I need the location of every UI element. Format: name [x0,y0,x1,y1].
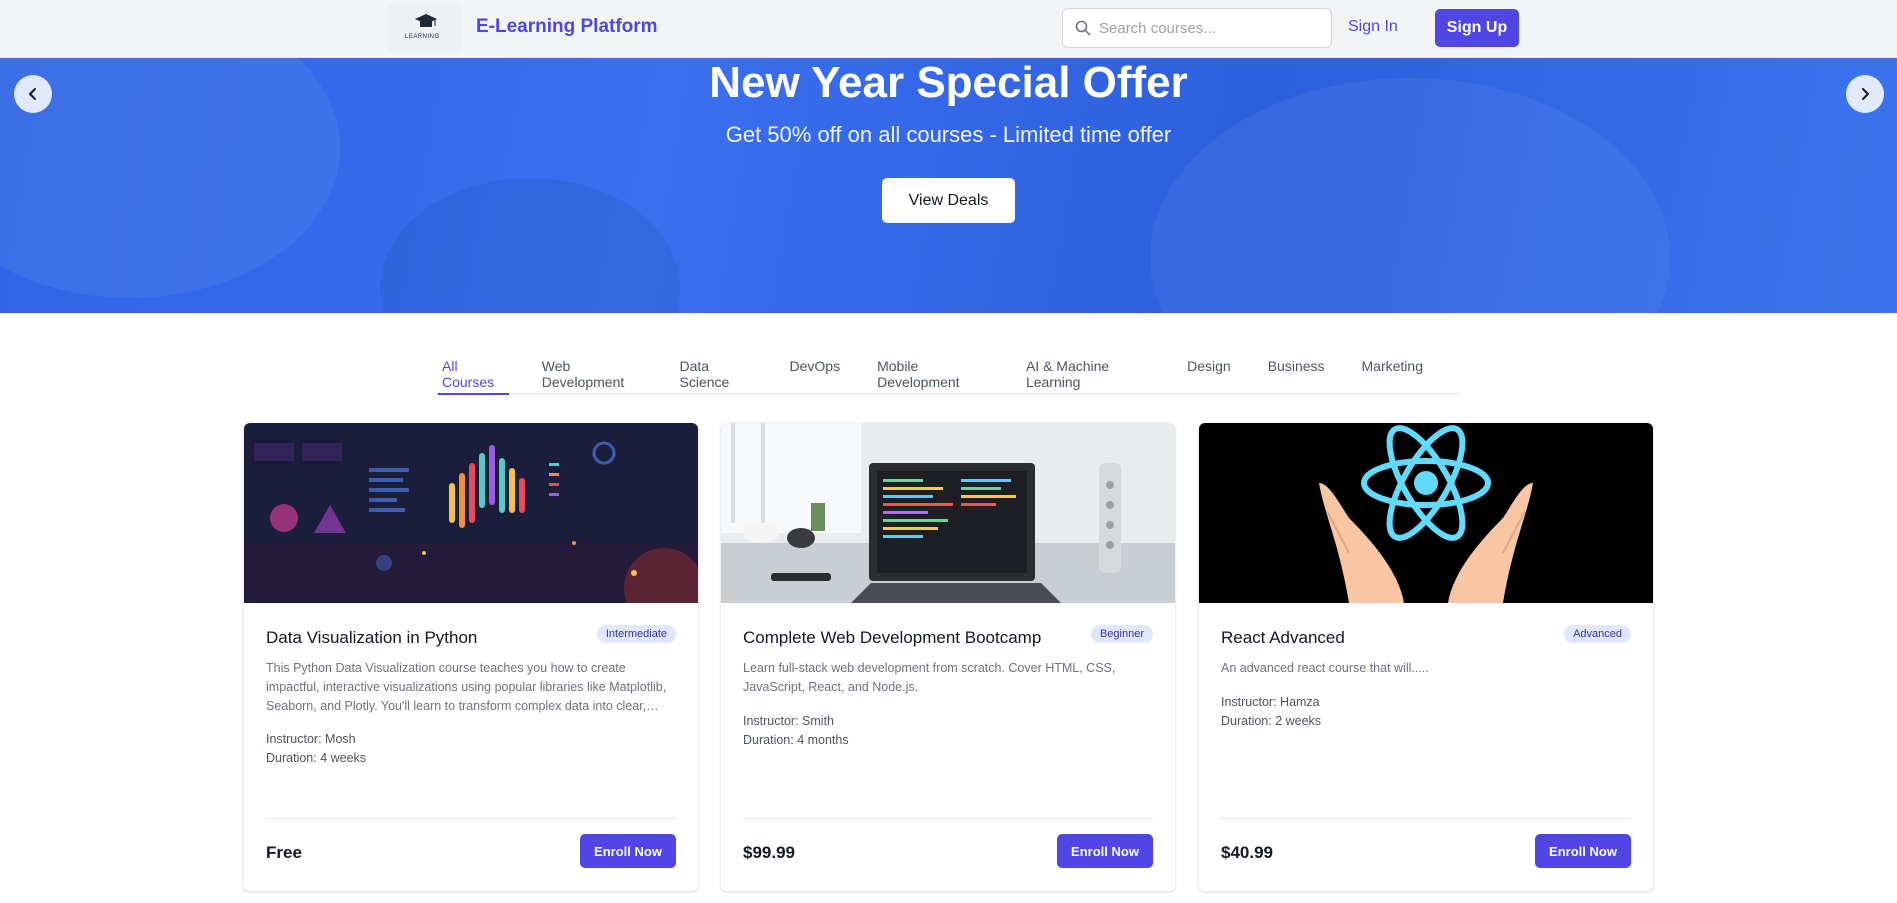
tab-business[interactable]: Business [1268,352,1325,394]
course-card[interactable]: Complete Web Development Bootcamp Beginn… [721,423,1175,891]
hero-decoration [1150,78,1670,313]
course-title[interactable]: React Advanced [1221,628,1345,648]
search-icon [1075,20,1091,36]
search-box[interactable] [1062,8,1332,48]
sign-in-link[interactable]: Sign In [1348,18,1398,36]
course-card[interactable]: React Advanced Advanced An advanced reac… [1199,423,1653,891]
carousel-prev-button[interactable] [14,75,52,113]
tab-ai-machine-learning[interactable]: AI & Machine Learning [1026,352,1150,394]
course-duration: Duration: 4 months [743,733,849,747]
course-title[interactable]: Complete Web Development Bootcamp [743,628,1041,648]
course-instructor: Instructor: Smith [743,714,834,728]
tab-mobile-development[interactable]: Mobile Development [877,352,989,394]
course-image-react-advanced[interactable] [1199,423,1653,603]
course-card[interactable]: Data Visualization in Python Intermediat… [244,423,698,891]
logo[interactable]: LEARNING [388,4,462,52]
carousel-next-button[interactable] [1846,75,1884,113]
card-divider [1221,818,1631,819]
graduation-cap-icon: LEARNING [397,8,453,48]
search-input[interactable] [1099,19,1319,37]
hero-decoration [380,178,680,313]
course-description: An advanced react course that will..... [1221,661,1429,675]
level-badge: Intermediate [596,625,676,643]
course-price: Free [266,843,302,862]
card-divider [743,818,1153,819]
course-description: Learn full-stack web development from sc… [743,661,1116,694]
course-instructor: Instructor: Hamza [1221,695,1320,709]
tab-marketing[interactable]: Marketing [1362,352,1423,394]
hero-banner: New Year Special Offer Get 50% off on al… [0,58,1897,313]
course-duration: Duration: 4 weeks [266,751,367,765]
course-duration: Duration: 2 weeks [1221,714,1322,728]
tab-all-courses[interactable]: All Courses [438,352,509,395]
course-title[interactable]: Data Visualization in Python [266,628,477,648]
tab-web-development[interactable]: Web Development [542,352,643,394]
enroll-now-button[interactable]: Enroll Now [1057,834,1153,868]
view-deals-button[interactable]: View Deals [882,178,1015,223]
course-description: This Python Data Visualization course te… [266,661,667,713]
course-instructor: Instructor: Mosh [266,732,356,746]
chevron-right-icon [1862,88,1869,100]
course-image-web-bootcamp[interactable] [721,423,1175,603]
hero-subtitle: Get 50% off on all courses - Limited tim… [725,122,1172,147]
level-badge: Beginner [1090,625,1153,643]
tab-design[interactable]: Design [1187,352,1231,394]
tab-data-science[interactable]: Data Science [680,352,753,394]
enroll-now-button[interactable]: Enroll Now [1535,834,1631,868]
course-price: $99.99 [743,843,795,862]
sign-up-button[interactable]: Sign Up [1435,9,1519,47]
level-badge: Advanced [1564,625,1631,643]
card-divider [266,818,676,819]
tab-devops[interactable]: DevOps [790,352,841,394]
logo-text: LEARNING [405,34,440,40]
top-navbar: LEARNING E-Learning Platform Sign In Sig… [0,0,1897,58]
category-tabs: All Courses Web Development Data Science… [436,352,1460,395]
course-price: $40.99 [1221,843,1273,862]
course-image-data-visualization[interactable] [244,423,698,603]
enroll-now-button[interactable]: Enroll Now [580,834,676,868]
chevron-left-icon [29,88,36,100]
brand-name[interactable]: E-Learning Platform [476,16,658,38]
hero-title: New Year Special Offer [709,58,1188,107]
